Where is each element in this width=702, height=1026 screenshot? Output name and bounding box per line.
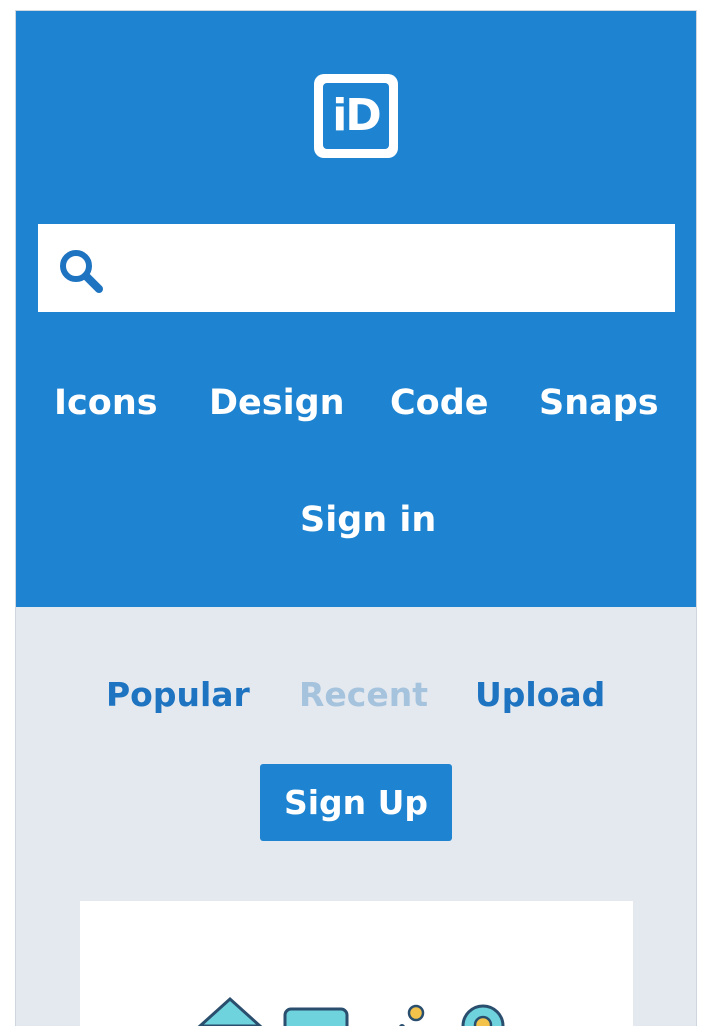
location-pin-icon: [461, 1004, 505, 1026]
search-icon[interactable]: [56, 246, 106, 296]
logo-text: iD: [332, 90, 382, 141]
nav-sign-in[interactable]: Sign in: [300, 503, 436, 538]
site-logo[interactable]: iD: [314, 74, 398, 158]
card-icon: [283, 1007, 349, 1026]
sign-up-button[interactable]: Sign Up: [260, 764, 452, 841]
nav-design[interactable]: Design: [209, 386, 345, 421]
card-illustration: [197, 996, 505, 1026]
site-header: iD Icons Design Code Snaps Sign in: [16, 11, 696, 607]
logo-mark: iD: [323, 83, 389, 149]
nav-code[interactable]: Code: [390, 386, 489, 421]
gear-icon: [399, 1004, 425, 1026]
page-frame: iD Icons Design Code Snaps Sign in Popul…: [15, 10, 697, 1026]
tab-recent[interactable]: Recent: [299, 678, 428, 711]
tab-upload[interactable]: Upload: [475, 678, 605, 711]
house-icon: [197, 996, 263, 1026]
nav-icons[interactable]: Icons: [54, 386, 158, 421]
search-input[interactable]: [118, 224, 658, 312]
featured-card[interactable]: [80, 901, 633, 1026]
search-bar[interactable]: [38, 224, 675, 312]
tab-popular[interactable]: Popular: [106, 678, 250, 711]
nav-snaps[interactable]: Snaps: [539, 386, 659, 421]
